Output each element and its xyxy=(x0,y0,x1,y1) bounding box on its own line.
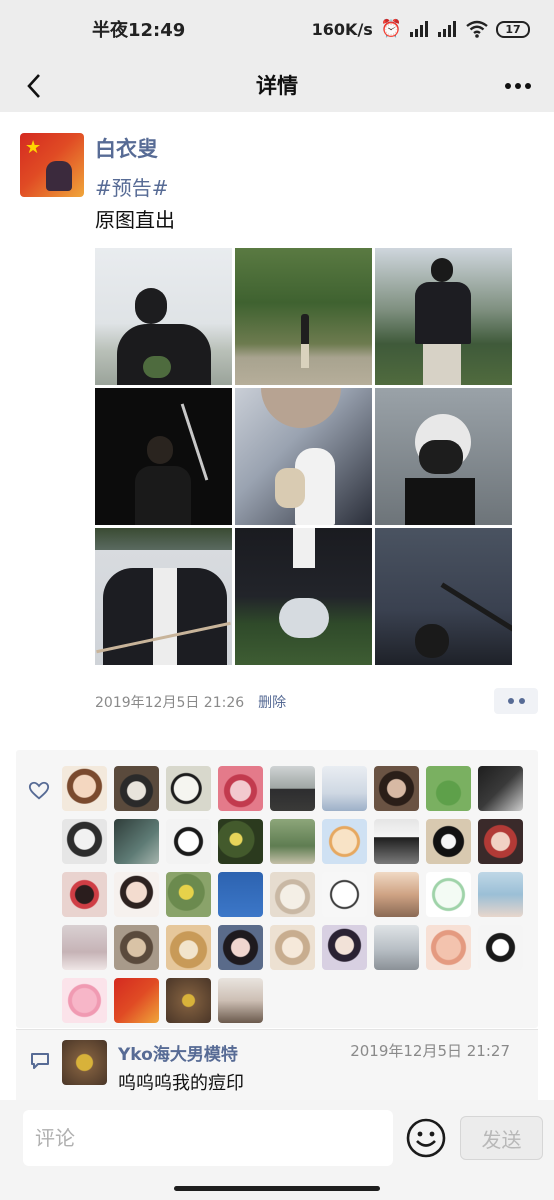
more-options-button[interactable] xyxy=(498,66,538,106)
liker-avatar[interactable] xyxy=(270,819,315,864)
home-indicator xyxy=(174,1186,380,1191)
post-timestamp: 2019年12月5日 21:26 xyxy=(95,695,245,711)
post-photo[interactable] xyxy=(95,388,232,525)
delete-link[interactable]: 删除 xyxy=(258,692,286,712)
comment-text[interactable]: 呜呜呜我的痘印 xyxy=(118,1069,244,1095)
liker-avatar[interactable] xyxy=(426,819,471,864)
liker-avatar[interactable] xyxy=(270,766,315,811)
back-arrow-icon xyxy=(27,74,40,98)
post-text: 原图直出 xyxy=(95,208,175,232)
liker-avatar[interactable] xyxy=(374,766,419,811)
liker-avatar[interactable] xyxy=(114,766,159,811)
nav-bar: 详情 xyxy=(0,58,554,112)
liker-avatar[interactable] xyxy=(322,819,367,864)
signal-icon xyxy=(410,21,430,37)
photo-grid xyxy=(95,248,515,665)
post-tag-line: #预告# xyxy=(95,172,169,201)
status-bar: 半夜12:49 160K/s ⏰ 17 xyxy=(0,0,554,58)
liker-avatar[interactable] xyxy=(322,925,367,970)
liker-avatar[interactable] xyxy=(166,872,211,917)
author-name[interactable]: 白衣叟 xyxy=(95,133,158,163)
liker-avatar[interactable] xyxy=(322,872,367,917)
liker-avatar[interactable] xyxy=(218,766,263,811)
star-icon: ★ xyxy=(25,137,42,158)
liker-avatar[interactable] xyxy=(62,819,107,864)
post-actions-button[interactable] xyxy=(494,688,538,714)
liker-avatar[interactable] xyxy=(62,766,107,811)
comment-input[interactable] xyxy=(23,1110,393,1166)
post-photo[interactable] xyxy=(235,388,372,525)
liker-avatar[interactable] xyxy=(426,766,471,811)
liker-avatar[interactable] xyxy=(62,872,107,917)
status-time: 半夜12:49 xyxy=(92,20,186,41)
avatar-figure xyxy=(46,161,72,191)
liker-avatar[interactable] xyxy=(478,872,523,917)
commenter-avatar[interactable] xyxy=(62,1040,107,1085)
post-photo[interactable] xyxy=(235,248,372,385)
liker-avatar[interactable] xyxy=(114,978,159,1023)
battery-indicator: 17 xyxy=(496,20,530,38)
liker-avatar[interactable] xyxy=(218,925,263,970)
heart-icon xyxy=(28,781,50,800)
liker-avatar[interactable] xyxy=(166,978,211,1023)
more-dot-icon xyxy=(515,83,521,89)
liker-avatar[interactable] xyxy=(218,872,263,917)
post-meta: 2019年12月5日 21:26 删除 xyxy=(95,692,286,712)
post-photo[interactable] xyxy=(375,248,512,385)
liker-avatar[interactable] xyxy=(270,872,315,917)
liker-avatar[interactable] xyxy=(114,925,159,970)
post-tag[interactable]: #预告# xyxy=(95,176,169,200)
post-photo[interactable] xyxy=(235,528,372,665)
liker-avatar[interactable] xyxy=(218,978,263,1023)
liker-avatar-grid xyxy=(62,766,528,1023)
post-photo[interactable] xyxy=(95,528,232,665)
liker-avatar[interactable] xyxy=(426,872,471,917)
liker-avatar[interactable] xyxy=(374,819,419,864)
liker-avatar[interactable] xyxy=(166,819,211,864)
liker-avatar[interactable] xyxy=(322,766,367,811)
action-dot-icon xyxy=(507,698,514,704)
post-photo[interactable] xyxy=(375,388,512,525)
liker-avatar[interactable] xyxy=(478,766,523,811)
alarm-icon: ⏰ xyxy=(380,19,402,39)
send-button[interactable]: 发送 xyxy=(460,1116,543,1160)
page-title: 详情 xyxy=(256,74,298,98)
network-speed: 160K/s xyxy=(311,19,373,39)
more-dot-icon xyxy=(525,83,531,89)
liker-avatar[interactable] xyxy=(62,925,107,970)
comment-icon xyxy=(31,1053,49,1069)
liker-avatar[interactable] xyxy=(114,872,159,917)
signal-icon-2 xyxy=(438,21,458,37)
liker-avatar[interactable] xyxy=(166,766,211,811)
liker-avatar[interactable] xyxy=(426,925,471,970)
back-button[interactable] xyxy=(14,66,54,106)
liker-avatar[interactable] xyxy=(478,925,523,970)
liker-avatar[interactable] xyxy=(478,819,523,864)
liker-avatar[interactable] xyxy=(114,819,159,864)
post-photo[interactable] xyxy=(95,248,232,385)
status-right: 160K/s ⏰ 17 xyxy=(312,19,530,39)
liker-avatar[interactable] xyxy=(374,872,419,917)
liker-avatar[interactable] xyxy=(374,925,419,970)
comment-time: 2019年12月5日 21:27 xyxy=(350,1042,510,1060)
post-photo[interactable] xyxy=(375,528,512,665)
commenter-name[interactable]: Yko海大男模特 xyxy=(118,1040,238,1065)
more-dot-icon xyxy=(505,83,511,89)
emoji-icon[interactable] xyxy=(405,1117,447,1159)
liker-avatar[interactable] xyxy=(270,925,315,970)
liker-avatar[interactable] xyxy=(166,925,211,970)
liker-avatar[interactable] xyxy=(62,978,107,1023)
author-avatar[interactable]: ★ xyxy=(20,133,84,197)
action-dot-icon xyxy=(518,698,525,704)
wifi-icon xyxy=(466,20,488,38)
liker-avatar[interactable] xyxy=(218,819,263,864)
